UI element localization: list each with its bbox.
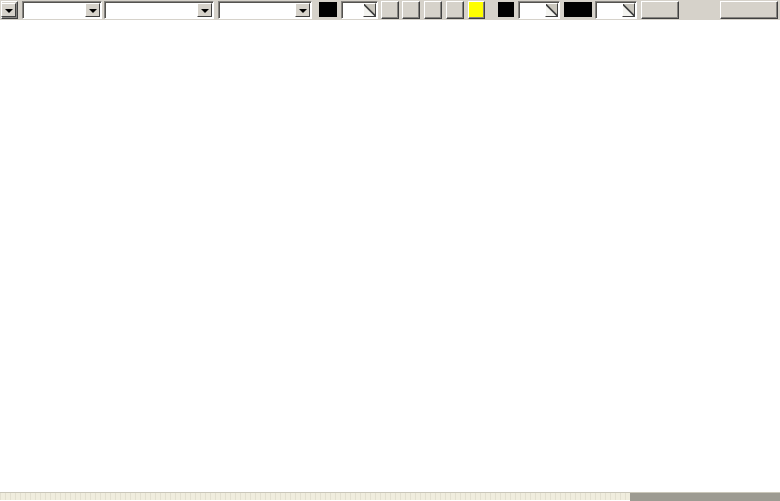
chart-style-dropdown-button[interactable]: [1, 1, 18, 19]
period-minute-button[interactable]: [446, 1, 464, 19]
apply-button[interactable]: [641, 1, 679, 19]
period-tick-button[interactable]: [468, 1, 485, 19]
spinner-icon[interactable]: [363, 3, 376, 17]
bottom-scrollbar[interactable]: [0, 492, 780, 500]
market-category-select[interactable]: [22, 1, 102, 19]
chevron-down-icon[interactable]: [295, 3, 310, 17]
chart-area: [0, 20, 780, 492]
period-day-button[interactable]: [381, 1, 399, 19]
tick-count-stepper[interactable]: [518, 1, 560, 19]
price-chart-plot[interactable]: [0, 20, 780, 492]
chevron-down-icon: [1, 3, 16, 17]
tick-label: [498, 2, 514, 17]
bar-interval-stepper[interactable]: [341, 1, 378, 19]
bar-count-stepper[interactable]: [595, 1, 637, 19]
instrument-select[interactable]: [104, 1, 214, 19]
period-month-button[interactable]: [424, 1, 442, 19]
chevron-down-icon[interactable]: [85, 3, 100, 17]
spinner-icon[interactable]: [622, 3, 635, 17]
bar-interval-label: [319, 2, 337, 17]
bar-count-label: [564, 2, 592, 17]
contract-month-select[interactable]: [218, 1, 312, 19]
toolbar: [0, 0, 780, 21]
spinner-icon[interactable]: [545, 3, 558, 17]
period-week-button[interactable]: [402, 1, 420, 19]
chevron-down-icon[interactable]: [197, 3, 212, 17]
multi-symbol-button[interactable]: [720, 1, 778, 19]
